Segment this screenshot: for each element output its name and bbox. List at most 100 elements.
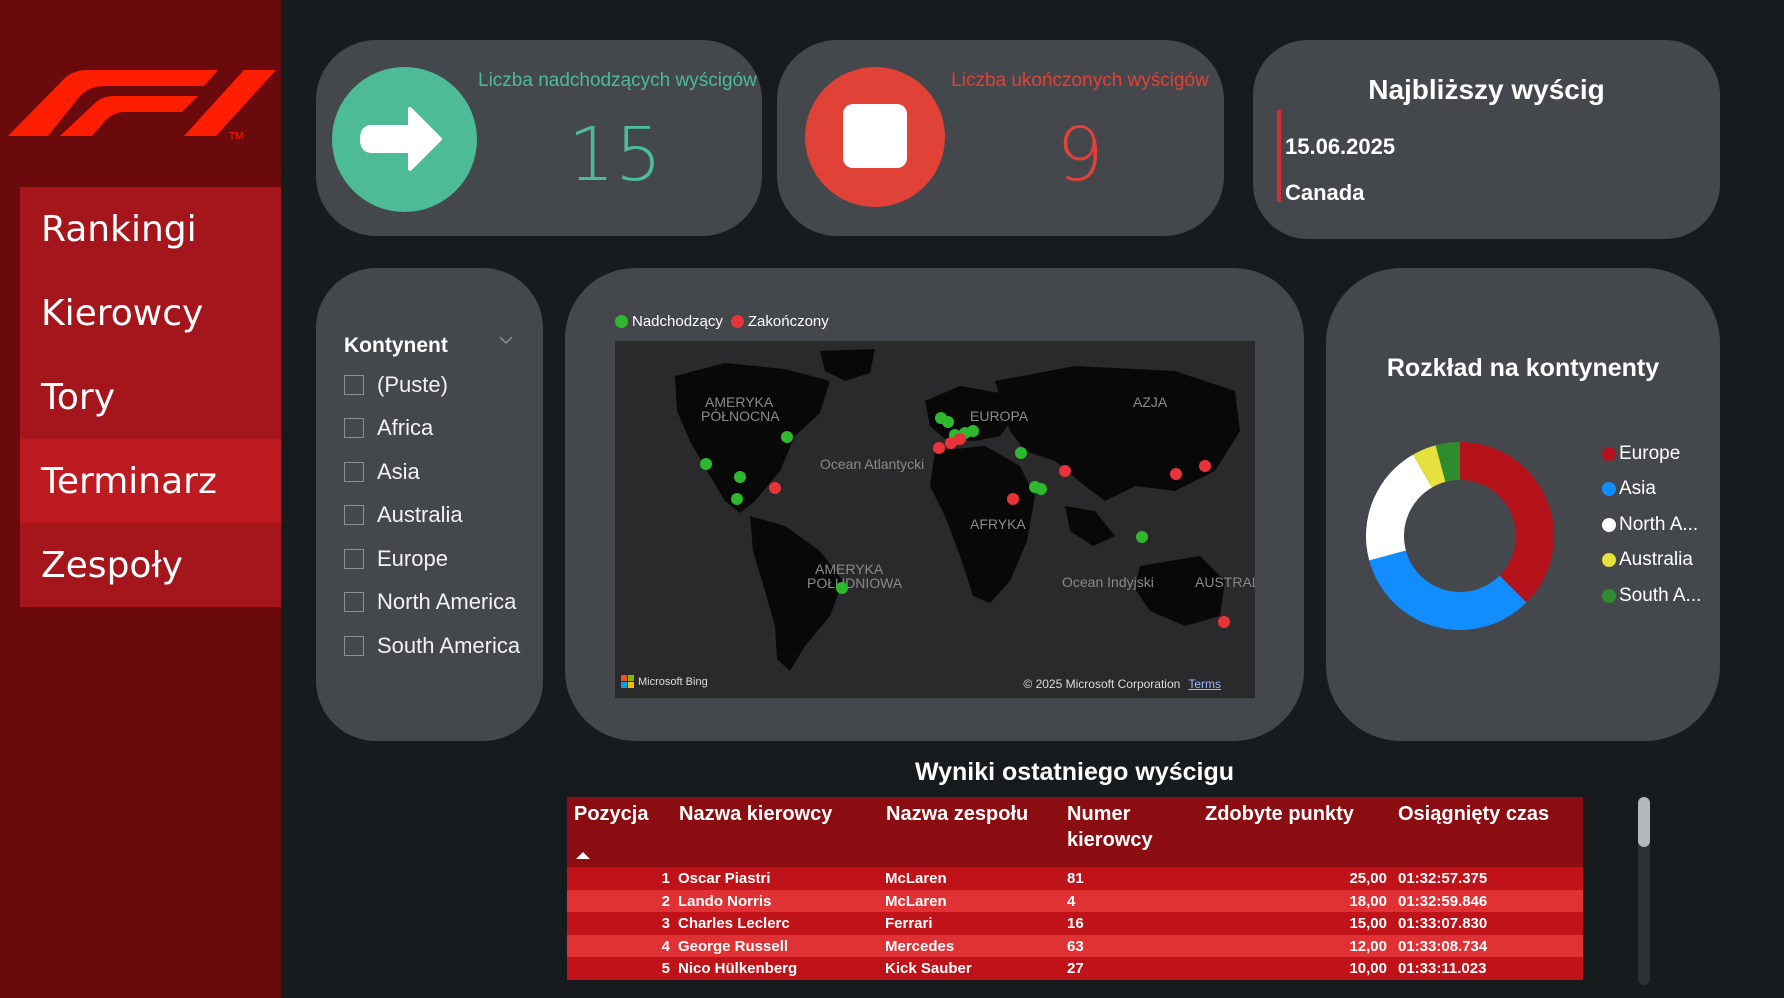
legend-label: Asia bbox=[1619, 478, 1656, 500]
col-header-number[interactable]: Numer kierowcy bbox=[1067, 801, 1177, 853]
table-scrollbar[interactable] bbox=[1638, 797, 1650, 985]
race-marker-upcoming[interactable] bbox=[734, 471, 746, 483]
slicer-option-label: (Puste) bbox=[377, 372, 448, 397]
cell-number: 16 bbox=[1067, 915, 1084, 932]
race-marker-finished[interactable] bbox=[933, 442, 945, 454]
kpi-finished-value: 9 bbox=[1056, 112, 1104, 198]
slicer-option-empty[interactable]: (Puste) bbox=[344, 369, 448, 401]
race-marker-finished[interactable] bbox=[954, 433, 966, 445]
next-race-title: Najbliższy wyścig bbox=[1368, 74, 1605, 105]
legend-dot bbox=[1602, 588, 1616, 603]
legend-dot bbox=[1602, 482, 1616, 497]
nav-item-rankingi[interactable]: Rankingi bbox=[20, 187, 281, 271]
race-marker-upcoming[interactable] bbox=[967, 425, 979, 437]
slicer-option-south-america[interactable]: South America bbox=[344, 630, 520, 662]
race-marker-upcoming[interactable] bbox=[700, 458, 712, 470]
legend-item-europe[interactable]: Europe bbox=[1602, 436, 1701, 472]
checkbox[interactable] bbox=[344, 505, 364, 525]
checkbox[interactable] bbox=[344, 636, 364, 656]
table-row[interactable]: 2 Lando Norris McLaren 4 18,00 01:32:59.… bbox=[567, 889, 1583, 912]
nav-item-tory[interactable]: Tory bbox=[20, 355, 281, 439]
scrollbar-thumb[interactable] bbox=[1638, 797, 1650, 847]
cell-driver: Lando Norris bbox=[678, 892, 772, 910]
race-marker-upcoming[interactable] bbox=[836, 582, 848, 594]
race-marker-finished[interactable] bbox=[1007, 493, 1019, 505]
cell-team: Mercedes bbox=[885, 937, 955, 955]
cell-number: 27 bbox=[1067, 960, 1084, 977]
donut-slice-north-america[interactable] bbox=[1366, 454, 1432, 561]
col-header-points[interactable]: Zdobyte punkty bbox=[1205, 801, 1354, 827]
race-marker-upcoming[interactable] bbox=[1035, 483, 1047, 495]
race-marker-upcoming[interactable] bbox=[942, 416, 954, 428]
legend-dot-upcoming bbox=[615, 315, 628, 328]
race-marker-upcoming[interactable] bbox=[1136, 531, 1148, 543]
col-header-driver[interactable]: Nazwa kierowcy bbox=[679, 801, 832, 827]
slicer-option-europe[interactable]: Europe bbox=[344, 543, 448, 575]
checkbox[interactable] bbox=[344, 549, 364, 569]
nav-menu: Rankingi Kierowcy Tory Terminarz Zespoły bbox=[20, 187, 281, 607]
col-header-position[interactable]: Pozycja bbox=[574, 801, 648, 827]
map-copyright: © 2025 Microsoft Corporation Terms bbox=[1023, 677, 1221, 691]
table-row[interactable]: 5 Nico Hülkenberg Kick Sauber 27 10,00 0… bbox=[567, 957, 1583, 980]
race-marker-upcoming[interactable] bbox=[1015, 447, 1027, 459]
legend-item-north-america[interactable]: North A... bbox=[1602, 507, 1701, 543]
cell-points: 15,00 bbox=[1349, 915, 1387, 932]
slicer-option-asia[interactable]: Asia bbox=[344, 456, 420, 488]
cell-number: 4 bbox=[1067, 892, 1076, 910]
slicer-option-australia[interactable]: Australia bbox=[344, 499, 463, 531]
col-header-team[interactable]: Nazwa zespołu bbox=[886, 801, 1028, 827]
sort-ascending-icon[interactable] bbox=[576, 852, 590, 859]
legend-dot bbox=[1602, 446, 1616, 461]
nav-item-kierowcy[interactable]: Kierowcy bbox=[20, 271, 281, 355]
race-marker-finished[interactable] bbox=[1059, 465, 1071, 477]
donut-chart[interactable] bbox=[1335, 411, 1585, 661]
donut-slice-europe[interactable] bbox=[1460, 442, 1554, 603]
race-marker-finished[interactable] bbox=[1199, 460, 1211, 472]
legend-item-asia[interactable]: Asia bbox=[1602, 472, 1701, 508]
chevron-down-icon[interactable] bbox=[498, 332, 514, 348]
race-marker-finished[interactable] bbox=[769, 482, 781, 494]
table-row[interactable]: 1 Oscar Piastri McLaren 81 25,00 01:32:5… bbox=[567, 867, 1583, 890]
arrow-right-icon bbox=[332, 67, 477, 212]
slicer-option-africa[interactable]: Africa bbox=[344, 412, 433, 444]
cell-points: 25,00 bbox=[1349, 870, 1387, 887]
race-marker-upcoming[interactable] bbox=[781, 431, 793, 443]
race-marker-upcoming[interactable] bbox=[731, 493, 743, 505]
microsoft-logo-icon bbox=[621, 675, 634, 688]
map-label-atlantic: Ocean Atlantycki bbox=[820, 456, 924, 472]
checkbox[interactable] bbox=[344, 462, 364, 482]
legend-upcoming-label: Nadchodzący bbox=[632, 313, 723, 330]
cell-team: Kick Sauber bbox=[885, 960, 972, 977]
col-header-time[interactable]: Osiągnięty czas bbox=[1398, 801, 1549, 827]
cell-driver: Nico Hülkenberg bbox=[678, 960, 798, 977]
table-row[interactable]: 4 George Russell Mercedes 63 12,00 01:33… bbox=[567, 934, 1583, 957]
terms-link[interactable]: Terms bbox=[1188, 677, 1221, 691]
donut-slice-asia[interactable] bbox=[1369, 550, 1527, 630]
next-race-date: 15.06.2025 bbox=[1285, 134, 1396, 159]
kpi-upcoming-card: Liczba nadchodzących wyścigów 15 bbox=[316, 40, 762, 236]
cell-time: 01:32:59.846 bbox=[1398, 892, 1488, 910]
race-marker-finished[interactable] bbox=[1218, 616, 1230, 628]
donut-card: Rozkład na kontynenty Europe Asia North … bbox=[1326, 268, 1720, 741]
cell-position: 3 bbox=[661, 915, 670, 932]
cell-points: 18,00 bbox=[1349, 892, 1387, 910]
cell-time: 01:32:57.375 bbox=[1398, 870, 1488, 887]
next-race-card: Najbliższy wyścig 15.06.2025 Canada bbox=[1253, 40, 1720, 239]
kpi-upcoming-label: Liczba nadchodzących wyścigów bbox=[478, 70, 757, 91]
slicer-option-label: Asia bbox=[377, 459, 420, 484]
race-marker-finished[interactable] bbox=[1170, 468, 1182, 480]
checkbox[interactable] bbox=[344, 592, 364, 612]
table-row[interactable]: 3 Charles Leclerc Ferrari 16 15,00 01:33… bbox=[567, 912, 1583, 935]
slicer-option-label: North America bbox=[377, 589, 517, 614]
legend-item-south-america[interactable]: South A... bbox=[1602, 578, 1701, 614]
world-map[interactable]: AMERYKA PÓŁNOCNA EUROPA AZJA Ocean Atlan… bbox=[615, 341, 1255, 698]
cell-time: 01:33:07.830 bbox=[1398, 915, 1488, 932]
slicer-option-north-america[interactable]: North America bbox=[344, 586, 516, 618]
checkbox[interactable] bbox=[344, 418, 364, 438]
table-header: Pozycja Nazwa kierowcy Nazwa zespołu Num… bbox=[567, 797, 1583, 867]
svg-text:TM: TM bbox=[229, 131, 243, 142]
checkbox[interactable] bbox=[344, 375, 364, 395]
legend-item-australia[interactable]: Australia bbox=[1602, 543, 1701, 579]
nav-item-zespoly[interactable]: Zespoły bbox=[20, 523, 281, 607]
nav-item-terminarz[interactable]: Terminarz bbox=[20, 439, 281, 523]
